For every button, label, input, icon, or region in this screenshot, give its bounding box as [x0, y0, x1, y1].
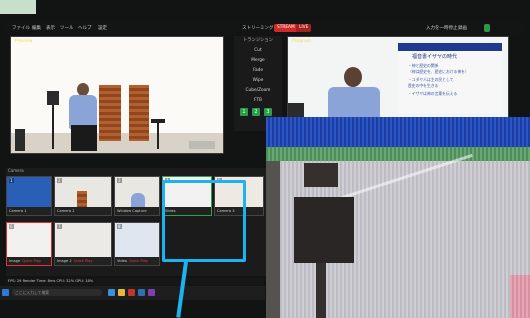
music-stand [157, 121, 159, 149]
slide-title-bar [398, 43, 502, 51]
wipe-button[interactable]: Wipe [238, 77, 278, 85]
music-stand-top [151, 119, 165, 123]
speaker-body [69, 95, 97, 129]
merge-button[interactable]: Merge [238, 57, 278, 65]
bin-number: 3 [117, 178, 122, 183]
menu-help[interactable]: ヘルプ [78, 25, 92, 31]
status-text: FPS: 29 Render Time: 8ms CPU: 32% GPU: 1… [8, 279, 94, 283]
bin-caption: Video Quick Play [115, 257, 159, 265]
speaker-stand [52, 105, 54, 149]
glare [0, 0, 36, 14]
bin-title: Camera 2 [57, 209, 75, 213]
quick-button-1[interactable]: 1 [240, 108, 248, 116]
podium [71, 125, 97, 151]
menu-settings[interactable]: 設定 [98, 25, 107, 31]
streaming-status: ストリーミング [242, 26, 274, 31]
source-bin-1[interactable]: 1 Camera 1 [6, 176, 52, 216]
folder-icon[interactable] [118, 289, 125, 296]
source-bin-7[interactable]: 7 Image 2 Quick Play [54, 222, 112, 266]
bin-meta: Quick Play [22, 259, 42, 263]
menu-edit[interactable]: 編集 [32, 25, 41, 31]
bin-meta: Quick Play [73, 259, 93, 263]
zoom-dark-edge [266, 161, 280, 318]
pa-speaker [47, 91, 59, 105]
bin-number: 2 [57, 178, 62, 183]
transition-header: トランジション [242, 38, 274, 43]
status-ok-badge [484, 24, 490, 32]
slide-line: ・イザヤは神の言葉を伝える [408, 91, 458, 96]
bins-row-label: Camera [8, 168, 24, 173]
program-monitor [288, 103, 304, 117]
bin-caption: Camera 2 [55, 207, 111, 215]
menu-file[interactable]: ファイル [12, 25, 30, 31]
status-bar: FPS: 29 Render Time: 8ms CPU: 32% GPU: 1… [6, 278, 264, 285]
bin-title: Video [117, 259, 128, 263]
ftb-button[interactable]: FTB [238, 97, 278, 105]
lecturer-body [328, 87, 380, 117]
preview-label: Preview [15, 39, 33, 44]
source-bin-2[interactable]: 2 Camera 2 [54, 176, 112, 216]
monitor-speaker [15, 129, 25, 151]
bin-caption: Camera 1 [7, 207, 51, 215]
bin-title: Image [9, 259, 21, 263]
bin-caption: Image Quick Play [7, 257, 51, 265]
highlight-frame [162, 180, 246, 262]
menu-view[interactable]: 表示 [46, 25, 55, 31]
bin-number: 7 [57, 224, 62, 229]
slide-title: 福音書イザヤの時代 [412, 54, 458, 60]
mixer-app-icon[interactable] [128, 289, 135, 296]
floor-box [189, 141, 215, 149]
lecturer-head [344, 67, 362, 87]
word-icon[interactable] [138, 289, 145, 296]
zoom-blue-band [266, 117, 530, 147]
quick-button-2[interactable]: 2 [252, 108, 260, 116]
program-pane[interactable]: Program 福音書イザヤの時代 ・神と歴史の関係 （神は歴史を、歴史における… [287, 36, 509, 118]
pause-input-button[interactable]: 入力を一時停止 [426, 25, 458, 31]
bin-number: 6 [9, 224, 14, 229]
app-icon[interactable] [148, 289, 155, 296]
bin-title: Image 2 [57, 259, 72, 263]
windows-start-icon[interactable] [2, 289, 9, 296]
zoom-pink-patch [510, 275, 530, 318]
menubar: ファイル 編集 表示 ツール ヘルプ 設定 ストリーミング STREAM LIV… [6, 22, 526, 34]
zoomed-display-detail [266, 117, 530, 318]
edge-icon[interactable] [108, 289, 115, 296]
cube-zoom-button[interactable]: Cube/Zoom [238, 87, 278, 95]
bin-title: Window Capture [117, 209, 147, 213]
zoom-green-band [266, 147, 530, 161]
taskbar-search-input[interactable]: ここに入力して検索 [12, 289, 102, 296]
source-bin-8[interactable]: 8 Video Quick Play [114, 222, 160, 266]
quick-button-3[interactable]: 3 [264, 108, 272, 116]
slide-line: （神は歴史を、歴史における神を） [408, 69, 469, 74]
bin-meta: Quick Play [129, 259, 148, 263]
slide: 福音書イザヤの時代 ・神と歴史の関係 （神は歴史を、歴史における神を） ・ユダヤ… [398, 43, 502, 113]
windows-taskbar: ここに入力して検索 [0, 286, 265, 300]
zoom-camera-body [294, 197, 354, 263]
program-label: Program [292, 39, 311, 44]
menu-tools[interactable]: ツール [60, 25, 74, 31]
bin-title: Camera 1 [9, 209, 27, 213]
source-bin-3[interactable]: 3 Window Capture [114, 176, 160, 216]
bin-number: 8 [117, 224, 122, 229]
wood-panel-left [99, 85, 121, 141]
cut-button[interactable]: Cut [238, 47, 278, 55]
source-bin-6[interactable]: 6 Image Quick Play [6, 222, 52, 266]
live-indicator: LIVE [296, 24, 312, 32]
photo-of-monitor: ファイル 編集 表示 ツール ヘルプ 設定 ストリーミング STREAM LIV… [0, 0, 530, 318]
bin-caption: Image 2 Quick Play [55, 257, 111, 265]
stream-button[interactable]: STREAM [274, 24, 298, 32]
zoom-camera-stand [316, 263, 326, 318]
wood-panel-right [129, 85, 149, 141]
zoom-camera-top [304, 163, 338, 187]
bin-number: 1 [9, 178, 14, 183]
fade-button[interactable]: Fade [238, 67, 278, 75]
slide-line: 歴史の中を生きる [408, 83, 439, 88]
preview-pane[interactable]: Preview [10, 36, 224, 154]
bin-caption: Window Capture [115, 207, 159, 215]
record-button[interactable]: 録画 [458, 25, 467, 31]
